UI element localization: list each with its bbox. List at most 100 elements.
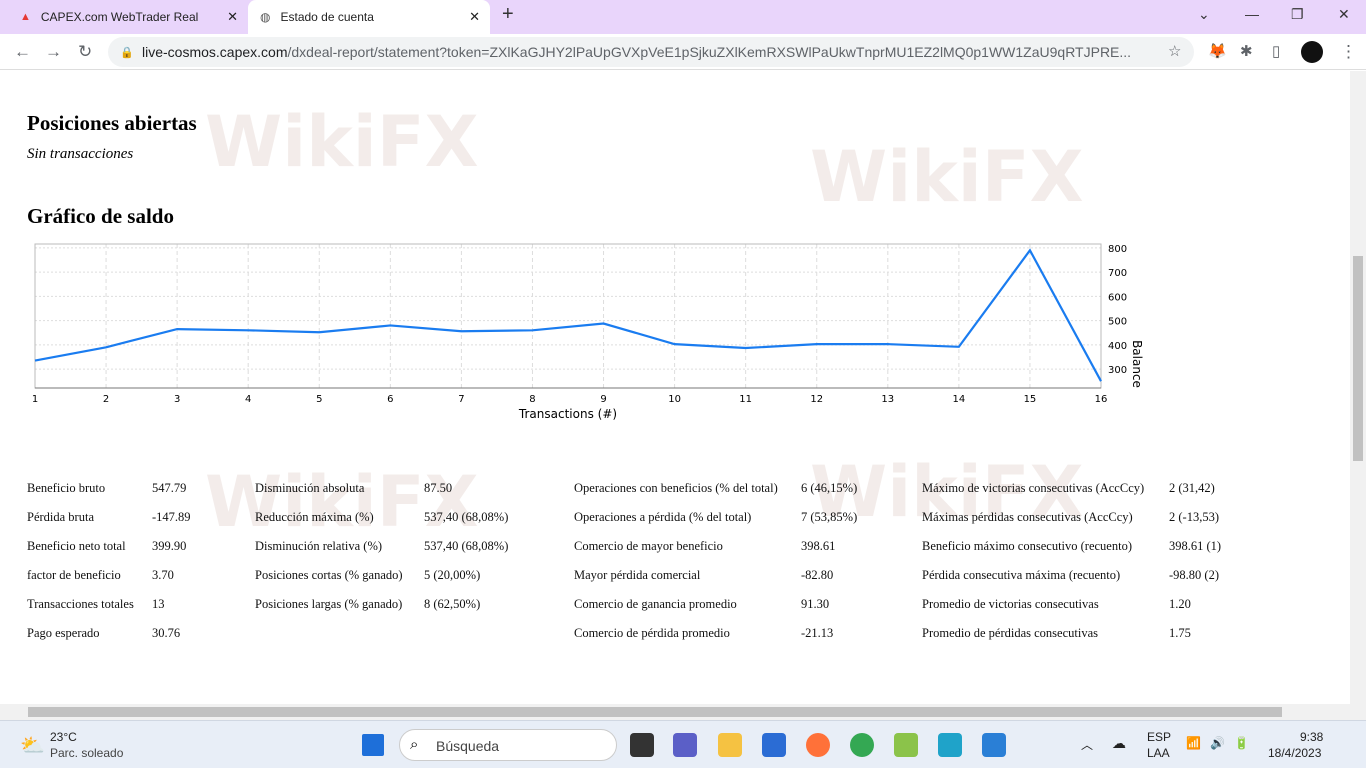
stat-value: 91.30 xyxy=(801,597,830,611)
language[interactable]: ESP xyxy=(1147,730,1171,744)
back-icon[interactable]: ← xyxy=(14,42,31,62)
clock-time[interactable]: 9:38 xyxy=(1300,730,1323,744)
x-tick-label: 2 xyxy=(103,394,109,405)
globe-icon: ◍ xyxy=(260,10,271,24)
balance-chart-title: Gráfico de saldo xyxy=(27,204,174,228)
firefox-icon[interactable] xyxy=(806,733,830,757)
stat-label: Transacciones totales xyxy=(27,597,134,611)
stat-value: 1.20 xyxy=(1169,597,1191,611)
new-tab-button[interactable]: + xyxy=(502,3,514,26)
temperature: 23°C xyxy=(50,730,77,744)
close-icon[interactable]: ✕ xyxy=(469,9,480,25)
x-tick-label: 15 xyxy=(1024,394,1037,405)
stat-value: 398.61 (1) xyxy=(1169,539,1222,553)
y-tick-label: 400 xyxy=(1108,341,1127,352)
onedrive-icon[interactable]: ☁ xyxy=(1112,735,1126,752)
battery-icon[interactable]: 🔋 xyxy=(1234,736,1249,750)
stat-value: 2 (31,42) xyxy=(1169,481,1215,495)
clock-date[interactable]: 18/4/2023 xyxy=(1268,746,1321,760)
close-window-button[interactable]: ✕ xyxy=(1338,6,1350,23)
minimize-button[interactable]: — xyxy=(1245,6,1259,22)
watermark: WikiFX xyxy=(810,136,1084,218)
tab-statement[interactable]: ◍ Estado de cuenta ✕ xyxy=(248,0,490,34)
x-tick-label: 8 xyxy=(529,394,535,405)
stat-label: Máximas pérdidas consecutivas (AccCcy) xyxy=(922,510,1133,524)
x-tick-label: 12 xyxy=(810,394,823,405)
store-icon[interactable] xyxy=(762,733,786,757)
maximize-button[interactable]: ❐ xyxy=(1291,6,1304,23)
chrome-icon[interactable] xyxy=(850,733,874,757)
sidepanel-icon[interactable]: ▯ xyxy=(1272,42,1280,60)
x-axis-label: Transactions (#) xyxy=(518,407,617,421)
reload-icon[interactable]: ↻ xyxy=(78,42,92,62)
forward-icon[interactable]: → xyxy=(45,42,62,62)
balance-chart: 1 2 3 4 5 6 7 8 9 10 11 12 13 14 15 1630040050060070080… xyxy=(32,243,1144,421)
keyboard-layout[interactable]: LAA xyxy=(1147,746,1170,760)
stat-label: Mayor pérdida comercial xyxy=(574,568,701,582)
stat-label: Reducción máxima (%) xyxy=(255,510,374,524)
stat-value: 7 (53,85%) xyxy=(801,510,858,524)
balance-line xyxy=(34,248,1102,382)
file-explorer-icon[interactable] xyxy=(718,733,742,757)
stat-value: 87.50 xyxy=(424,481,453,495)
y-tick-label: 500 xyxy=(1108,317,1127,328)
tab-search-button[interactable]: ⌄ xyxy=(1198,6,1210,23)
lock-icon: 🔒 xyxy=(120,46,134,59)
bluestacks-icon[interactable] xyxy=(894,733,918,757)
stat-label: Promedio de victorias consecutivas xyxy=(922,597,1099,611)
stat-value: 547.79 xyxy=(152,481,187,495)
stat-value: 2 (-13,53) xyxy=(1169,510,1219,524)
search-placeholder: Búsqueda xyxy=(436,738,500,754)
star-icon[interactable]: ☆ xyxy=(1168,42,1181,60)
horizontal-scrollbar[interactable] xyxy=(0,704,1366,720)
stat-label: factor de beneficio xyxy=(27,568,121,582)
stat-label: Beneficio neto total xyxy=(27,539,126,553)
taskbar: ⛅ 23°C Parc. soleado ⌕ Búsqueda ︿ ☁ ESP … xyxy=(0,720,1366,768)
stat-value: 3.70 xyxy=(152,568,174,582)
stat-value: 30.76 xyxy=(152,626,181,640)
stat-label: Beneficio máximo consecutivo (recuento) xyxy=(922,539,1132,553)
stat-label: Posiciones cortas (% ganado) xyxy=(255,568,403,582)
tray-chevron-icon[interactable]: ︿ xyxy=(1081,736,1093,753)
weather-icon: ⛅ xyxy=(20,735,45,757)
wifi-icon[interactable]: 📶 xyxy=(1186,736,1201,750)
tab-capex[interactable]: ▲ CAPEX.com WebTrader Real ✕ xyxy=(8,0,248,34)
stat-label: Posiciones largas (% ganado) xyxy=(255,597,403,611)
capex-icon: ▲ xyxy=(20,11,31,23)
stat-label: Disminución absoluta xyxy=(255,481,365,495)
search-box[interactable]: ⌕ Búsqueda xyxy=(399,729,617,761)
watermark: WikiFX xyxy=(205,101,479,183)
vertical-scrollbar[interactable] xyxy=(1350,71,1366,704)
windows-start-icon[interactable] xyxy=(362,734,384,756)
close-icon[interactable]: ✕ xyxy=(227,9,238,25)
profile-avatar[interactable] xyxy=(1301,41,1323,63)
stat-label: Operaciones a pérdida (% del total) xyxy=(574,510,752,524)
stat-value: 5 (20,00%) xyxy=(424,568,481,582)
photos-icon[interactable] xyxy=(982,733,1006,757)
menu-icon[interactable]: ⋮ xyxy=(1340,42,1357,62)
stat-label: Comercio de pérdida promedio xyxy=(574,626,730,640)
notepad-icon[interactable] xyxy=(938,733,962,757)
stat-label: Promedio de pérdidas consecutivas xyxy=(922,626,1098,640)
stat-value: 399.90 xyxy=(152,539,187,553)
y-tick-label: 700 xyxy=(1108,268,1127,279)
stat-label: Comercio de mayor beneficio xyxy=(574,539,723,553)
teams-icon[interactable] xyxy=(673,733,697,757)
stat-value: 398.61 xyxy=(801,539,836,553)
stat-label: Máximo de victorias consecutivas (AccCcy… xyxy=(922,481,1145,495)
stat-value: -98.80 (2) xyxy=(1169,568,1219,582)
x-tick-label: 7 xyxy=(458,394,464,405)
stat-value: -147.89 xyxy=(152,510,191,524)
stat-value: 1.75 xyxy=(1169,626,1191,640)
task-view-icon[interactable] xyxy=(630,733,654,757)
stat-label: Pérdida bruta xyxy=(27,510,94,524)
no-transactions-text: Sin transacciones xyxy=(27,146,134,162)
y-tick-label: 300 xyxy=(1108,365,1127,376)
stat-label: Pago esperado xyxy=(27,626,100,640)
x-tick-label: 4 xyxy=(245,394,251,405)
volume-icon[interactable]: 🔊 xyxy=(1210,736,1225,750)
stat-label: Beneficio bruto xyxy=(27,481,106,495)
metamask-icon[interactable]: 🦊 xyxy=(1208,42,1227,60)
extensions-icon[interactable]: ✱ xyxy=(1240,42,1253,60)
url-input[interactable]: 🔒 live-cosmos.capex.com/dxdeal-report/st… xyxy=(108,37,1194,67)
